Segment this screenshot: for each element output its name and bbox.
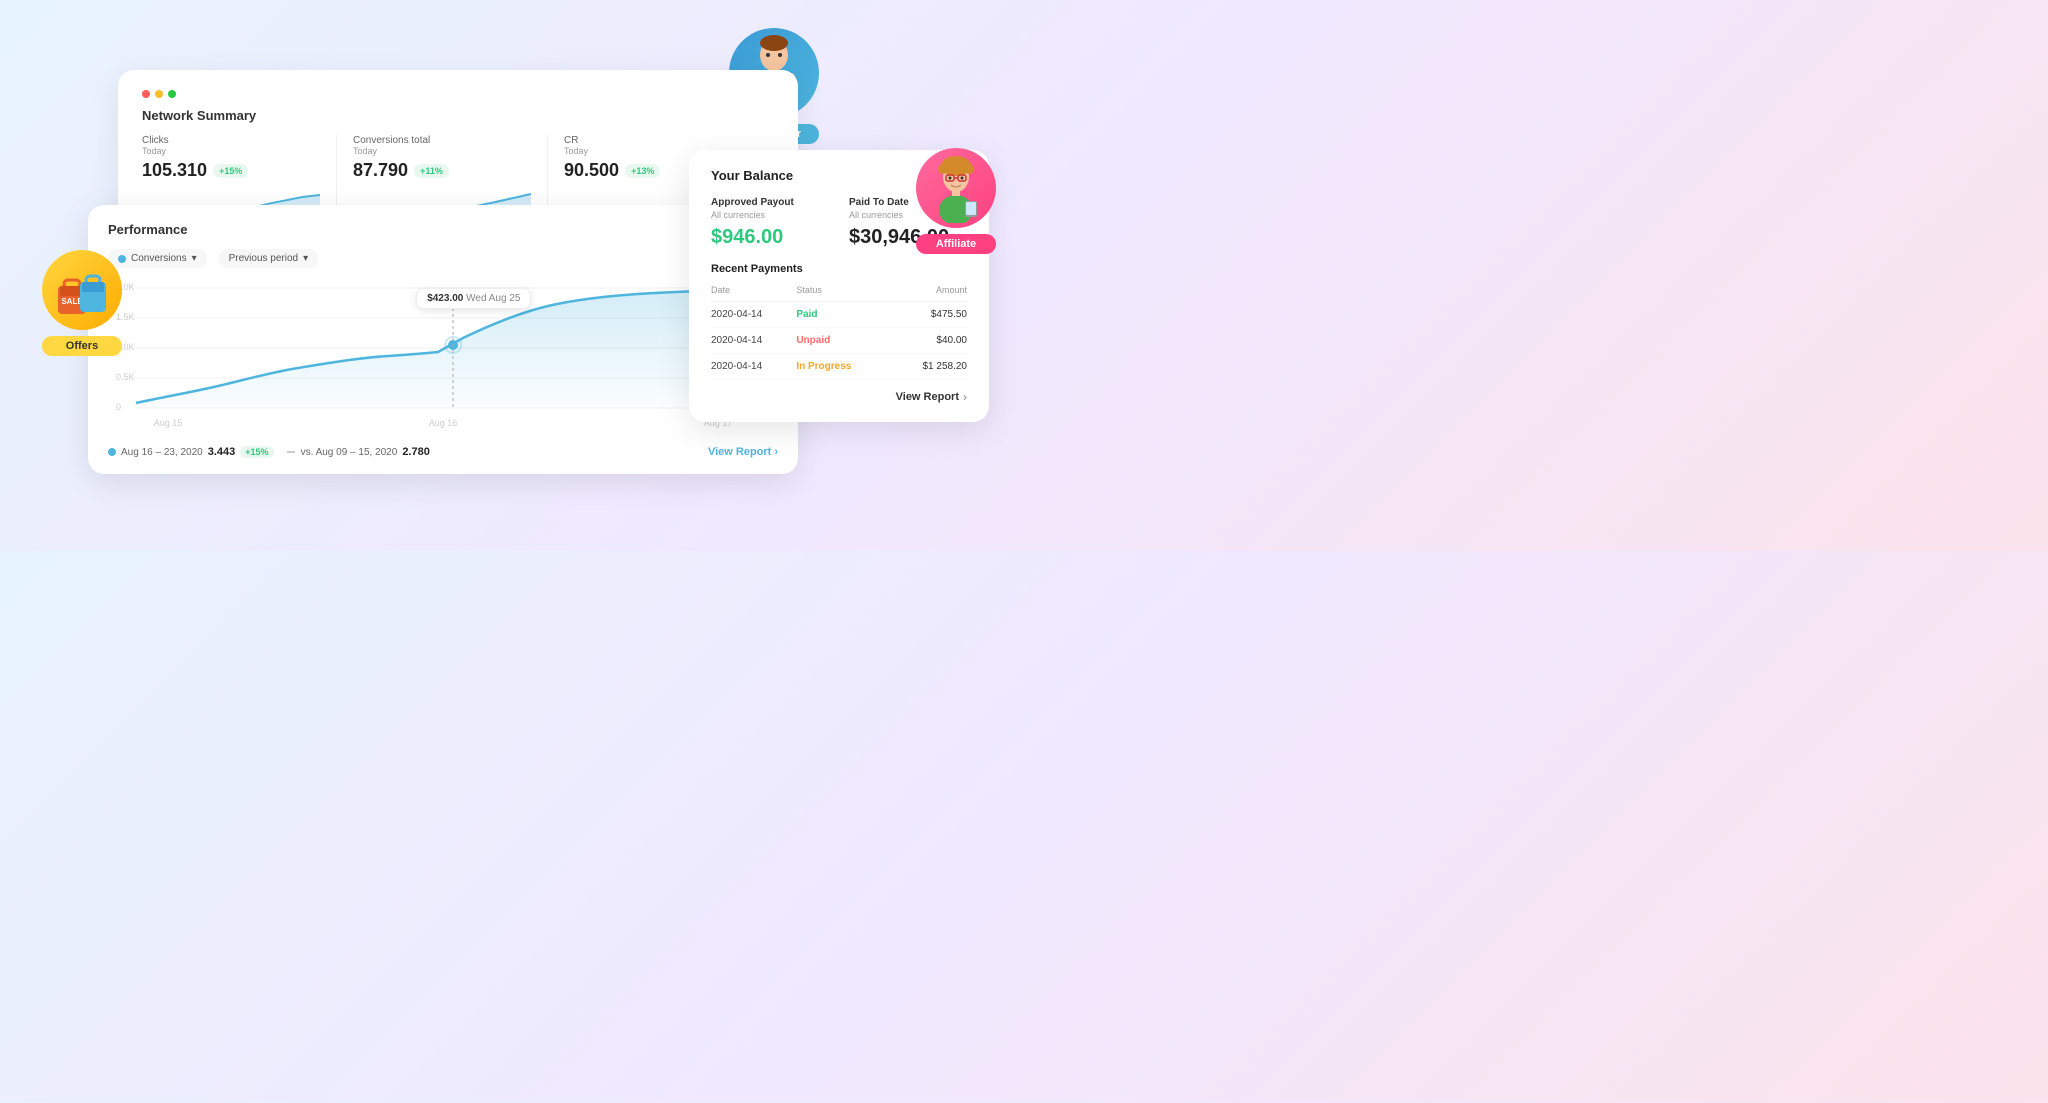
balance-view-report-btn[interactable]: View Report [896,391,959,403]
payment-table: Date Status Amount 2020-04-14 Paid $475.… [711,285,967,380]
legend2-dates: vs. Aug 09 – 15, 2020 [301,447,398,458]
metric-clicks-badge: +15% [213,164,248,178]
payment-table-header: Date Status Amount [711,285,967,302]
payment-status-2: Unpaid [796,335,881,346]
metric-conversions-label: Conversions total [353,135,531,146]
metric-conversions-value: 87.790 [353,160,408,181]
payment-amount-3: $1 258.20 [882,361,967,372]
metric-cr-label: CR [564,135,742,146]
metric-conversions-period: Today [353,146,531,156]
dot-yellow [155,90,163,98]
col-amount-header: Amount [882,285,967,295]
window-dots [142,90,774,98]
offers-bags-figure: SALE [50,258,115,323]
payment-row-3: 2020-04-14 In Progress $1 258.20 [711,354,967,380]
main-wrapper: Advertiser [0,0,1024,551]
period-label: Previous period [229,253,298,264]
legend1-badge: +15% [240,446,273,458]
balance-view-report-arrow: › [963,390,967,404]
approved-payout-label: Approved Payout [711,197,829,208]
payment-row-2: 2020-04-14 Unpaid $40.00 [711,328,967,354]
performance-view-report-text: View Report [708,446,771,458]
legend-item-2: vs. Aug 09 – 15, 2020 2.780 [286,446,430,458]
period-chevron: ▾ [303,253,308,264]
affiliate-avatar-circle [916,148,996,228]
balance-footer: View Report › [711,390,967,404]
payment-status-1: Paid [796,309,881,320]
svg-text:0: 0 [116,402,121,412]
main-chart-area: $423.00 Wed Aug 25 2.0K 1.5K 1.0K 0.5K 0… [108,278,778,438]
col-status-header: Status [796,285,881,295]
svg-text:Aug 15: Aug 15 [154,418,183,428]
dot-red [142,90,150,98]
performance-footer: Aug 16 – 23, 2020 3.443 +15% vs. Aug 09 … [108,446,778,458]
svg-text:0.5K: 0.5K [116,372,135,382]
affiliate-avatar: Affiliate [916,148,996,254]
approved-payout-amount: $946.00 [711,226,829,249]
legend1-dates: Aug 16 – 23, 2020 [121,447,203,458]
chart-tooltip: $423.00 Wed Aug 25 [416,288,531,309]
performance-header: Performance ··· [108,221,778,237]
tooltip-amount: $423.00 [427,293,463,304]
metric-conversions-value-row: 87.790 +11% [353,160,531,181]
performance-view-report-arrow: › [774,446,778,458]
conversions-chevron: ▾ [192,253,197,264]
metric-cr-badge: +13% [625,164,660,178]
legend2-value: 2.780 [402,446,430,458]
payment-date-2: 2020-04-14 [711,335,796,346]
metric-clicks-label: Clicks [142,135,320,146]
approved-payout-sub: All currencies [711,210,829,220]
metric-clicks-value: 105.310 [142,160,207,181]
performance-title: Performance [108,222,187,237]
recent-payments-title: Recent Payments [711,263,967,275]
payment-amount-2: $40.00 [882,335,967,346]
legend1-value: 3.443 [208,446,236,458]
approved-payout-col: Approved Payout All currencies $946.00 [711,197,829,249]
conversions-label: Conversions [131,253,187,264]
payment-date-1: 2020-04-14 [711,309,796,320]
offers-avatar-circle: SALE [42,250,122,330]
tooltip-date: Wed Aug 25 [466,293,520,304]
metric-clicks-value-row: 105.310 +15% [142,160,320,181]
network-summary-title: Network Summary [142,108,774,123]
payment-amount-1: $475.50 [882,309,967,320]
affiliate-label: Affiliate [916,234,996,254]
payment-status-3: In Progress [796,361,881,372]
col-date-header: Date [711,285,796,295]
offers-avatar: SALE Offers [42,250,122,356]
chart-legend: Aug 16 – 23, 2020 3.443 +15% vs. Aug 09 … [108,446,430,458]
legend-dot-blue [108,448,116,456]
offers-label: Offers [42,336,122,356]
metric-conversions-badge: +11% [414,164,449,178]
legend-dot-dashed [286,447,296,457]
svg-text:Aug 16: Aug 16 [429,418,458,428]
period-dropdown[interactable]: Previous period ▾ [219,249,319,268]
metric-cr-value: 90.500 [564,160,619,181]
affiliate-figure [925,153,987,223]
payment-date-3: 2020-04-14 [711,361,796,372]
dot-green [168,90,176,98]
performance-controls: Conversions ▾ Previous period ▾ Cumulati… [108,249,778,268]
metric-clicks-period: Today [142,146,320,156]
conversions-dropdown[interactable]: Conversions ▾ [108,249,207,268]
payment-row-1: 2020-04-14 Paid $475.50 [711,302,967,328]
performance-view-report-link[interactable]: View Report › [708,446,778,458]
legend-item-1: Aug 16 – 23, 2020 3.443 +15% [108,446,274,458]
